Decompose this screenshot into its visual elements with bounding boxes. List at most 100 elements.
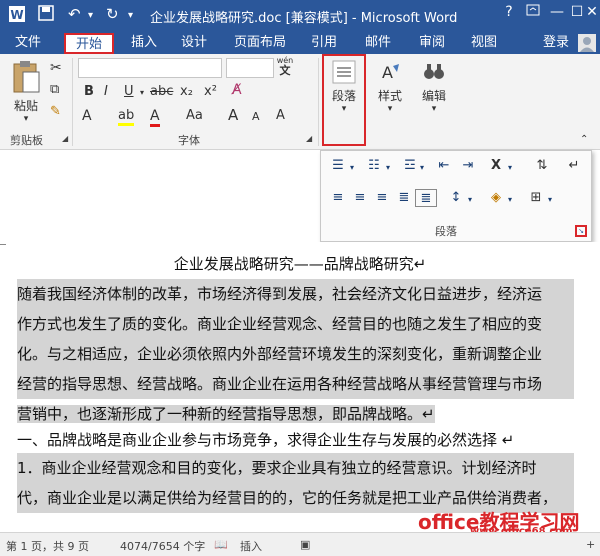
paragraph-launcher-icon[interactable]: ↘ [575,225,587,237]
tab-home[interactable]: 开始 [64,33,114,54]
login-link[interactable]: 登录 [536,33,576,54]
paste-label: 粘贴 [13,99,38,113]
line-spacing-icon[interactable]: ↕ [445,189,467,207]
save-icon[interactable] [38,5,54,25]
tab-layout[interactable]: 页面布局 [228,33,292,54]
document-heading: 一、品牌战略是商业企业参与市场竞争，求得企业生存与发展的必然选择 ↵ [17,431,515,449]
tab-file[interactable]: 文件 [0,33,56,54]
zoom-in-button[interactable]: + [586,538,595,551]
numbering-icon[interactable]: ☷ [363,157,385,175]
undo-dropdown-icon[interactable]: ▾ [88,10,93,21]
change-case-icon[interactable]: Aa [186,108,203,123]
justify-icon[interactable]: ≣ [393,189,415,207]
bullets-dropdown-icon[interactable]: ▾ [347,159,357,177]
editing-button[interactable]: 编辑 ▾ [416,60,452,120]
borders-icon[interactable]: ⊞ [525,189,547,207]
font-name-combo[interactable] [78,58,222,78]
title-bar: W ↶ ▾ ↻ ▾ 企业发展战略研究.doc [兼容模式] - Microsof… [0,0,600,30]
superscript-icon[interactable]: x² [204,84,217,99]
show-marks-icon[interactable]: ↵ [563,157,585,175]
help-button[interactable]: ? [498,4,520,24]
svg-text:W: W [10,8,23,22]
avatar[interactable] [578,34,596,52]
highlight-color-icon[interactable]: ab [118,108,135,126]
italic-icon[interactable]: I [104,84,108,99]
chinese-layout-icon[interactable]: Ⅹ [485,157,507,175]
copy-icon[interactable]: ⧉ [50,82,59,97]
group-divider [72,58,73,146]
paragraph-panel-label: 段落 [435,225,457,238]
tab-review[interactable]: 审阅 [414,33,450,54]
editing-label: 编辑 [421,89,446,103]
group-divider [318,58,319,146]
svg-text:A: A [382,63,393,82]
tab-insert[interactable]: 插入 [124,33,164,54]
tab-view[interactable]: 视图 [466,33,502,54]
tab-design[interactable]: 设计 [174,33,214,54]
bold-icon[interactable]: B [84,84,94,99]
binoculars-icon [424,64,444,79]
decrease-indent-icon[interactable]: ⇤ [433,157,455,175]
document-line: 化。与之相适应，企业必须依照内外部经营环境发生的深刻变化，重新调整企业 [17,339,574,369]
close-button[interactable]: ✕ [584,4,600,24]
document-line: 1．商业企业经营观念和目的变化，要求企业具有独立的经营意识。计划经济时 [17,453,574,483]
macro-icon[interactable]: ▣ [300,538,310,551]
chinese-layout-dropdown-icon[interactable]: ▾ [505,159,515,177]
styles-dropdown-icon: ▾ [387,104,393,114]
minimize-button[interactable]: — [546,4,568,24]
tab-mailings[interactable]: 邮件 [360,33,396,54]
ribbon-tab-bar: 文件 开始 插入 设计 页面布局 引用 邮件 审阅 视图 登录 [0,30,600,54]
tab-references[interactable]: 引用 [306,33,342,54]
paste-dropdown-icon: ▾ [23,114,29,124]
shrink-font-icon[interactable]: A [252,110,260,123]
align-left-icon[interactable]: ≡ [327,189,349,207]
align-center-icon[interactable]: ≡ [349,189,371,207]
multilevel-dropdown-icon[interactable]: ▾ [417,159,427,177]
clear-format-icon[interactable]: A̸ [232,82,242,98]
align-right-icon[interactable]: ≡ [371,189,393,207]
collapse-ribbon-icon[interactable]: ⌃ [580,134,588,145]
page-count[interactable]: 第 1 页，共 9 页 [6,538,89,554]
bullets-icon[interactable]: ☰ [327,157,349,175]
numbering-dropdown-icon[interactable]: ▾ [383,159,393,177]
styles-label: 样式 [377,89,402,103]
character-border-icon[interactable]: A [276,108,285,123]
clipboard-launcher-icon[interactable]: ◢ [62,134,68,143]
increase-indent-icon[interactable]: ⇥ [457,157,479,175]
shading-dropdown-icon[interactable]: ▾ [505,191,515,209]
text-effects-icon[interactable]: A [82,108,92,124]
undo-icon[interactable]: ↶ [68,5,81,23]
line-spacing-dropdown-icon[interactable]: ▾ [465,191,475,209]
grow-font-icon[interactable]: A [228,106,238,124]
paste-button[interactable]: 粘贴 ▾ [8,60,44,124]
document-line: 经营的指导思想、经营战略。商业企业在运用各种经营战略从事经营管理与市场 [17,369,574,399]
shading-icon[interactable]: ◈ [485,189,507,207]
font-size-combo[interactable] [226,58,274,78]
customize-toolbar-icon[interactable]: ▾ [128,10,133,21]
ribbon-display-button[interactable] [522,4,544,24]
cut-icon[interactable]: ✂ [50,60,62,76]
borders-dropdown-icon[interactable]: ▾ [545,191,555,209]
window-title: 企业发展战略研究.doc [兼容模式] - Microsoft Word [150,11,458,26]
subscript-icon[interactable]: x₂ [180,84,193,99]
phonetic-guide-icon[interactable]: wén 文 [276,56,294,77]
word-count[interactable]: 4074/7654 个字 [120,538,205,554]
ribbon-home: 粘贴 ▾ ✂ ⧉ ✎ 剪贴板 ◢ wén 文 B I U ▾ abc x₂ x² … [0,54,600,150]
insert-mode[interactable]: 插入 [240,538,262,554]
document-line: 作方式也发生了质的变化。商业企业经营观念、经营目的也随之发生了相应的变 [17,309,574,339]
styles-button[interactable]: A 样式 ▾ [372,60,408,120]
paragraph-panel: ☰ ▾ ☷ ▾ ☲ ▾ ⇤ ⇥ Ⅹ ▾ ⇅ ↵ ≡ ≡ ≡ ≣ ≣ ↕ ▾ ◈ … [320,150,592,242]
font-launcher-icon[interactable]: ◢ [306,134,312,143]
proofing-icon[interactable]: 📖 [214,538,228,551]
editing-dropdown-icon: ▾ [431,104,437,114]
strikethrough-icon[interactable]: abc [150,84,173,99]
font-color-icon[interactable]: A [150,108,160,127]
distributed-icon[interactable]: ≣ [415,189,437,207]
format-painter-icon[interactable]: ✎ [50,104,61,119]
underline-icon[interactable]: U [124,84,134,99]
highlight-box [322,54,366,146]
document-line: 随着我国经济体制的改革，市场经济得到发展，社会经济文化日益进步，经济运 [17,279,574,309]
underline-dropdown-icon[interactable]: ▾ [140,88,144,97]
redo-icon[interactable]: ↻ [106,5,119,23]
sort-icon[interactable]: ⇅ [531,157,553,175]
